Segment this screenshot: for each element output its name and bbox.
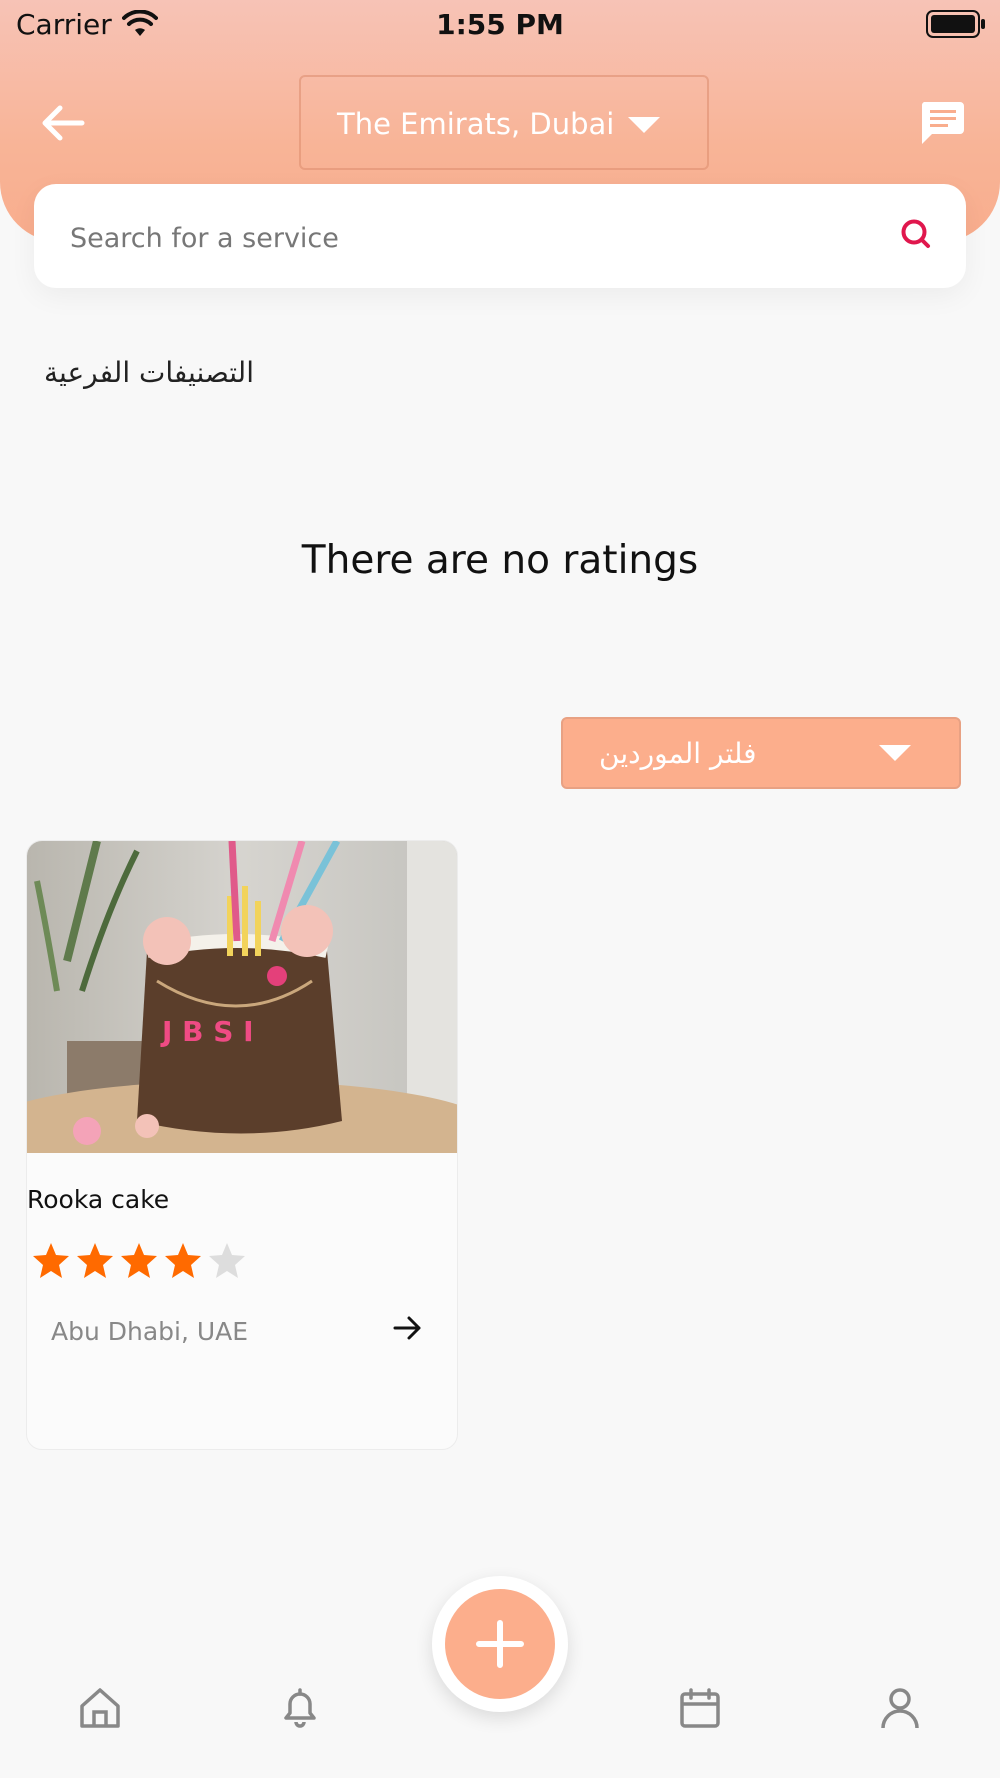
- empty-ratings-message: There are no ratings: [301, 538, 699, 583]
- rating-stars: [31, 1241, 247, 1283]
- star-empty-icon: [209, 1243, 245, 1278]
- star-filled-icon: [33, 1243, 69, 1278]
- vendor-location: Abu Dhabi, UAE: [51, 1317, 249, 1346]
- back-button[interactable]: [38, 98, 88, 148]
- message-icon: [921, 102, 964, 144]
- svg-text:J B S I: J B S I: [160, 1015, 254, 1048]
- arrow-right-icon[interactable]: [391, 1311, 425, 1345]
- star-filled-icon: [121, 1243, 157, 1278]
- star-filled-icon: [165, 1243, 201, 1278]
- messages-button[interactable]: [918, 100, 966, 146]
- calendar-icon: [680, 1688, 720, 1728]
- add-button[interactable]: [445, 1589, 555, 1699]
- vendor-name: Rooka cake: [27, 1185, 170, 1214]
- vendor-card[interactable]: J B S I Rooka cake Abu Dhabi, UAE: [26, 840, 458, 1450]
- search-bar: [34, 184, 966, 288]
- back-arrow-icon: [42, 105, 85, 141]
- nav-profile[interactable]: [878, 1686, 922, 1734]
- bell-icon: [284, 1688, 316, 1728]
- status-bar: Carrier 1:55 PM: [0, 0, 1000, 52]
- nav-calendar[interactable]: [678, 1686, 722, 1734]
- plus-icon: [476, 1620, 524, 1668]
- search-input[interactable]: [70, 216, 850, 260]
- chevron-down-icon: [879, 745, 911, 761]
- nav-notifications[interactable]: [278, 1686, 322, 1734]
- vendor-filter-dropdown[interactable]: فلتر الموردين: [561, 717, 961, 789]
- location-dropdown[interactable]: The Emirats, Dubai: [299, 75, 709, 170]
- subcategories-title: التصنيفات الفرعية: [44, 356, 254, 389]
- user-icon: [881, 1688, 919, 1729]
- status-time: 1:55 PM: [436, 8, 564, 41]
- location-label: The Emirats, Dubai: [337, 107, 615, 141]
- nav-home[interactable]: [78, 1686, 122, 1734]
- search-icon[interactable]: [900, 218, 932, 252]
- filter-label: فلتر الموردين: [599, 737, 757, 770]
- battery-icon: [926, 10, 985, 38]
- chevron-down-icon: [628, 117, 660, 133]
- vendor-image: J B S I: [27, 841, 457, 1153]
- star-filled-icon: [77, 1243, 113, 1278]
- home-icon: [80, 1688, 120, 1728]
